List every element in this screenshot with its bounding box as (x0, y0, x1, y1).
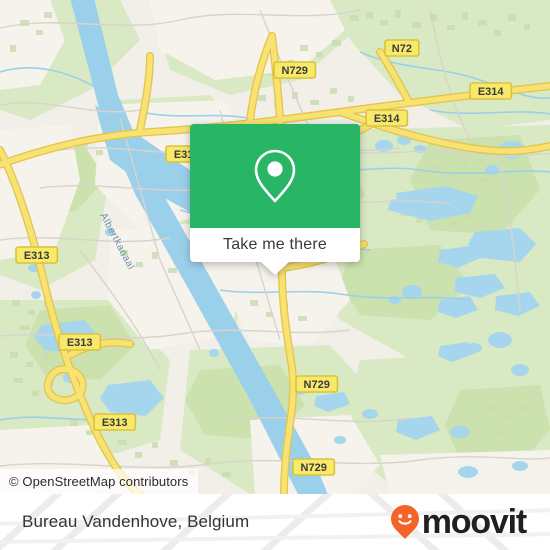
road-shield: N72 (384, 39, 420, 57)
moovit-smiley-pin-icon (390, 505, 419, 539)
osm-attribution-text: © OpenStreetMap contributors (9, 474, 189, 489)
place-name-label: Bureau Vandenhove, Belgium (22, 512, 250, 531)
road-shield: N729 (273, 61, 317, 79)
take-me-there-popup[interactable]: Take me there (190, 124, 360, 275)
footer-bar: Bureau Vandenhove, Belgium moovit (0, 494, 550, 550)
popup-action-bar[interactable]: Take me there (190, 228, 360, 262)
road-shield: N729 (292, 458, 336, 476)
road-shield-label: E314 (478, 86, 505, 98)
road-shield-label: N729 (301, 462, 327, 474)
moovit-wordmark: moovit (421, 503, 527, 541)
road-shield: E313 (93, 413, 137, 431)
road-shield-label: E313 (102, 417, 128, 429)
road-shield-label: E313 (24, 250, 50, 262)
road-shield: N729 (295, 375, 339, 393)
road-shield: E314 (365, 109, 409, 127)
road-shield-label: N729 (304, 379, 330, 391)
road-shield-label: N729 (282, 65, 308, 77)
popup-icon-area (190, 124, 360, 228)
map-pin-icon (254, 149, 296, 203)
moovit-logo[interactable]: moovit (390, 503, 527, 541)
road-shield-label: E314 (374, 113, 401, 125)
road-shield: E313 (15, 246, 59, 264)
road-shield: E314 (469, 82, 513, 100)
popup-tail-pointer (261, 262, 289, 275)
road-shield-label: E313 (67, 337, 93, 349)
take-me-there-label: Take me there (223, 236, 327, 253)
road-shield-label: N72 (392, 43, 412, 55)
osm-attribution: © OpenStreetMap contributors (0, 469, 199, 494)
road-shield: E313 (58, 333, 102, 351)
moovit-map-screenshot: Albertkanaal N72 E314 N729 E314 E314 E313 E313… (0, 0, 550, 550)
